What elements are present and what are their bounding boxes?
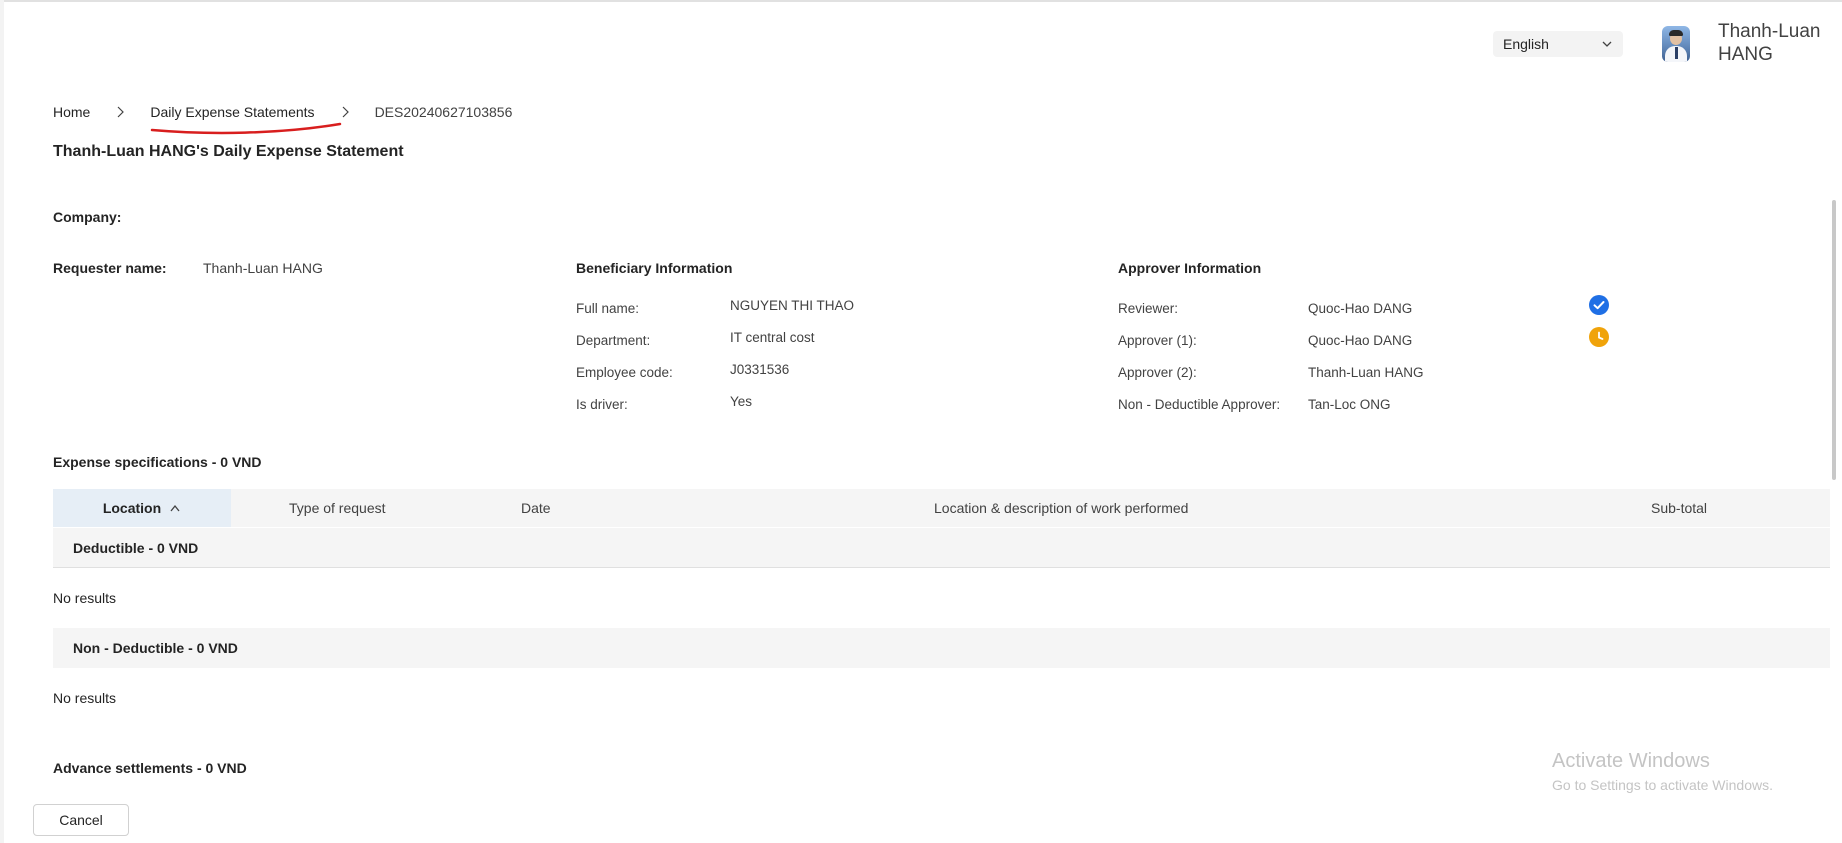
left-border	[0, 0, 4, 843]
check-circle-icon	[1589, 295, 1609, 315]
column-header-sub-total[interactable]: Sub-total	[1651, 489, 1707, 527]
non-deductible-approver-label: Non - Deductible Approver:	[1118, 397, 1281, 412]
activate-windows-watermark: Activate Windows Go to Settings to activ…	[1552, 750, 1773, 793]
beneficiary-is-driver-label: Is driver:	[576, 397, 628, 412]
page-title: Thanh-Luan HANG's Daily Expense Statemen…	[53, 143, 404, 160]
deductible-no-results: No results	[53, 590, 117, 606]
sort-ascending-icon	[170, 504, 180, 512]
reviewer-label: Reviewer:	[1118, 301, 1179, 316]
approver-1-label: Approver (1):	[1118, 333, 1197, 348]
group-deductible[interactable]: Deductible - 0 VND	[53, 528, 1830, 568]
reviewer-value: Quoc-Hao DANG	[1308, 301, 1413, 316]
non-deductible-no-results: No results	[53, 690, 117, 706]
approver-title: Approver Information	[1118, 260, 1262, 276]
beneficiary-department-value: IT central cost	[730, 330, 815, 345]
watermark-line-1: Activate Windows	[1552, 750, 1710, 772]
column-header-type-of-request[interactable]: Type of request	[289, 489, 386, 527]
column-header-date[interactable]: Date	[521, 489, 551, 527]
scrollbar-thumb[interactable]	[1832, 200, 1836, 480]
chevron-right-icon	[342, 106, 349, 118]
avatar[interactable]	[1662, 26, 1690, 62]
clock-icon	[1589, 327, 1609, 347]
watermark-line-2: Go to Settings to activate Windows.	[1552, 777, 1773, 793]
beneficiary-employee-code-value: J0331536	[730, 362, 790, 377]
group-non-deductible[interactable]: Non - Deductible - 0 VND	[53, 628, 1830, 668]
red-underline-annotation	[150, 122, 342, 135]
advance-settlements-title: Advance settlements - 0 VND	[53, 760, 247, 776]
requester-label: Requester name:	[53, 260, 167, 276]
column-header-location[interactable]: Location	[53, 489, 231, 527]
approver-2-value: Thanh-Luan HANG	[1308, 365, 1424, 380]
column-header-location-description[interactable]: Location & description of work performed	[934, 489, 1188, 527]
beneficiary-department-label: Department:	[576, 333, 651, 348]
chevron-right-icon	[117, 106, 125, 118]
beneficiary-is-driver-value: Yes	[730, 394, 753, 409]
language-value: English	[1503, 36, 1549, 52]
beneficiary-employee-code-label: Employee code:	[576, 365, 673, 380]
top-border	[0, 0, 1842, 2]
beneficiary-full-name-label: Full name:	[576, 301, 640, 316]
breadcrumb-current: DES20240627103856	[374, 104, 513, 120]
beneficiary-full-name-value: NGUYEN THI THAO	[730, 298, 855, 313]
requester-value: Thanh-Luan HANG	[203, 260, 323, 276]
company-label: Company:	[53, 209, 122, 225]
chevron-down-icon	[1602, 41, 1612, 47]
approver-1-value: Quoc-Hao DANG	[1308, 333, 1413, 348]
beneficiary-title: Beneficiary Information	[576, 260, 733, 276]
approver-2-label: Approver (2):	[1118, 365, 1197, 380]
language-select[interactable]: English	[1493, 31, 1623, 57]
user-name[interactable]: Thanh-Luan HANG	[1718, 20, 1828, 66]
cancel-button[interactable]: Cancel	[33, 804, 129, 836]
non-deductible-approver-value: Tan-Loc ONG	[1308, 397, 1391, 412]
expense-specifications-title: Expense specifications - 0 VND	[53, 454, 262, 470]
breadcrumb-home[interactable]: Home	[53, 104, 90, 120]
expense-table-header: Location Type of request Date Location &…	[53, 489, 1830, 527]
